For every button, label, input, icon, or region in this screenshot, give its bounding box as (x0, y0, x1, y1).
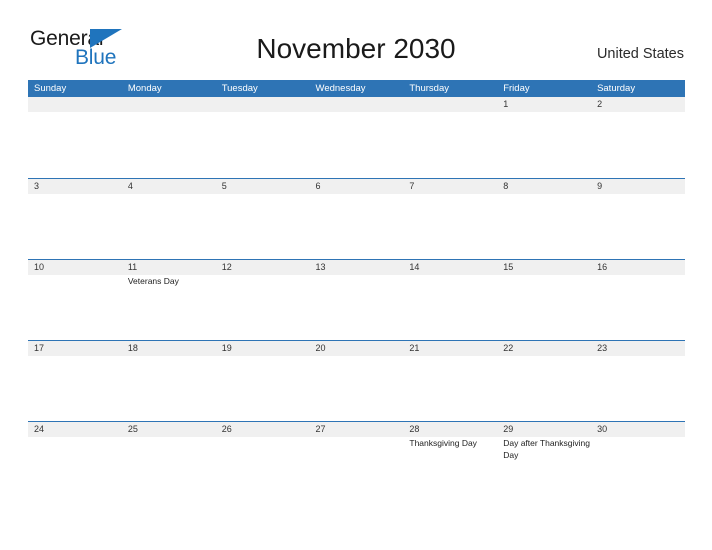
day-number: 28 (409, 424, 420, 434)
calendar-grid: Sunday Monday Tuesday Wednesday Thursday… (28, 80, 685, 502)
day-number: 10 (34, 262, 45, 272)
calendar-week-row: 17 18 19 20 21 22 23 (28, 340, 685, 421)
calendar-day-cell[interactable]: 20 (310, 341, 404, 356)
calendar-day-cell-empty (403, 97, 497, 112)
calendar-day-cell[interactable]: 15 (497, 260, 591, 288)
day-number: 12 (221, 262, 232, 272)
calendar-day-cell[interactable]: 9 (591, 179, 685, 194)
calendar-day-cell[interactable]: 8 (497, 179, 591, 194)
calendar-day-cell[interactable]: 18 (122, 341, 216, 356)
weekday-header-saturday: Saturday (597, 83, 636, 94)
calendar-day-cell[interactable]: 22 (497, 341, 591, 356)
day-number: 9 (597, 181, 603, 191)
holiday-event-label: Day after Thanksgiving Day (503, 438, 590, 460)
weekday-header-thursday: Thursday (409, 83, 449, 94)
calendar-day-cell[interactable]: 12 (216, 260, 310, 288)
day-number: 7 (409, 181, 415, 191)
day-number: 30 (597, 424, 608, 434)
day-number: 29 (503, 424, 514, 434)
day-events: Thanksgiving Day (409, 438, 497, 450)
week-cells: 17 18 19 20 21 22 23 (28, 341, 685, 356)
day-number: 25 (127, 424, 138, 434)
day-number: 4 (127, 181, 133, 191)
calendar-day-cell[interactable]: 26 (216, 422, 310, 461)
calendar-day-cell[interactable]: 6 (310, 179, 404, 194)
calendar-day-cell[interactable]: 28 Thanksgiving Day (403, 422, 497, 461)
day-number: 1 (503, 99, 509, 109)
day-number: 11 (127, 262, 138, 272)
day-number (409, 98, 497, 112)
calendar-day-cell[interactable]: 10 (28, 260, 122, 288)
day-number: 21 (409, 343, 420, 353)
day-number: 24 (34, 424, 45, 434)
day-number (34, 98, 122, 112)
week-cells: 3 4 5 6 7 8 9 (28, 179, 685, 194)
weekday-header-monday: Monday (127, 83, 162, 94)
week-cells: 12 (28, 97, 685, 112)
holiday-event-label: Veterans Day (127, 276, 179, 286)
calendar-day-cell[interactable]: 24 (28, 422, 122, 461)
calendar-day-cell[interactable]: 27 (310, 422, 404, 461)
calendar-day-cell[interactable]: 1 (497, 97, 591, 112)
calendar-day-cell[interactable]: 2 (591, 97, 685, 112)
day-number: 14 (409, 262, 420, 272)
calendar-day-cell-empty (216, 97, 310, 112)
calendar-day-cell[interactable]: 16 (591, 260, 685, 288)
day-number: 26 (221, 424, 232, 434)
calendar-day-cell[interactable]: 19 (216, 341, 310, 356)
calendar-week-row: 24 25 26 27 28 Thanksgiving Day 29 Day after Th… (28, 421, 685, 502)
calendar-day-cell[interactable]: 23 (591, 341, 685, 356)
day-number: 6 (315, 181, 321, 191)
weekday-header-row: Sunday Monday Tuesday Wednesday Thursday… (28, 80, 685, 97)
region-label: United States (596, 46, 684, 62)
weekday-header-wednesday: Wednesday (315, 83, 366, 94)
calendar-day-cell[interactable]: 13 (310, 260, 404, 288)
calendar-week-row: 12 (28, 97, 685, 178)
week-cells: 24 25 26 27 28 Thanksgiving Day 29 Day after Th… (28, 422, 685, 461)
calendar-day-cell-empty (28, 97, 122, 112)
day-number: 22 (503, 343, 514, 353)
holiday-event-label: Thanksgiving Day (409, 438, 477, 448)
calendar-day-cell[interactable]: 29 Day after Thanksgiving Day (497, 422, 591, 461)
day-number (128, 98, 216, 112)
calendar-day-cell[interactable]: 21 (403, 341, 497, 356)
day-number (222, 98, 310, 112)
day-number: 18 (127, 343, 138, 353)
calendar-day-cell[interactable]: 5 (216, 179, 310, 194)
day-number (316, 98, 404, 112)
day-number: 20 (315, 343, 326, 353)
day-events: Veterans Day (128, 276, 216, 288)
day-number: 23 (597, 343, 608, 353)
day-number: 5 (221, 181, 227, 191)
calendar-day-cell[interactable]: 14 (403, 260, 497, 288)
calendar-day-cell[interactable]: 30 (591, 422, 685, 461)
day-number: 13 (315, 262, 326, 272)
calendar-day-cell[interactable]: 25 (122, 422, 216, 461)
calendar-day-cell[interactable]: 7 (403, 179, 497, 194)
day-events: Day after Thanksgiving Day (503, 438, 591, 461)
day-number: 3 (34, 181, 40, 191)
day-number: 16 (597, 262, 608, 272)
weekday-header-tuesday: Tuesday (221, 83, 258, 94)
calendar-week-row: 3 4 5 6 7 8 9 (28, 178, 685, 259)
calendar-week-row: 10 11 Veterans Day 12 13 14 15 16 (28, 259, 685, 340)
day-number: 15 (503, 262, 514, 272)
week-cells: 10 11 Veterans Day 12 13 14 15 16 (28, 260, 685, 288)
day-number: 17 (34, 343, 45, 353)
day-number: 19 (221, 343, 232, 353)
calendar-day-cell-empty (310, 97, 404, 112)
calendar-day-cell[interactable]: 3 (28, 179, 122, 194)
calendar-day-cell[interactable]: 17 (28, 341, 122, 356)
weekday-header-sunday: Sunday (34, 83, 67, 94)
day-number: 8 (503, 181, 509, 191)
calendar-day-cell[interactable]: 11 Veterans Day (122, 260, 216, 288)
weekday-header-friday: Friday (503, 83, 530, 94)
calendar-weeks: 1 2 3 4 5 6 7 8 9 10 11 Veterans Day 12 13 14 15 16 17 18 1… (28, 97, 685, 502)
page-header: General Blue November 2030 United States (0, 0, 712, 76)
day-number: 27 (315, 424, 326, 434)
calendar-day-cell-empty (122, 97, 216, 112)
calendar-day-cell[interactable]: 4 (122, 179, 216, 194)
day-number: 2 (597, 99, 603, 109)
